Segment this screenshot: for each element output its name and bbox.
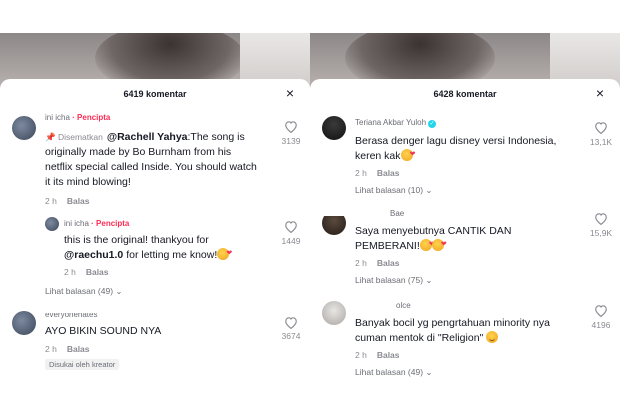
comment-meta: 2 h Balas — [355, 258, 400, 268]
like-count: 15,9K — [589, 228, 613, 238]
comment-username[interactable]: Bae — [390, 209, 404, 218]
view-replies-link[interactable]: Lihat balasan (10) ⌄ — [355, 185, 433, 196]
avatar[interactable] — [45, 217, 59, 231]
like-count: 1449 — [281, 236, 301, 246]
comment-text: AYO BIKIN SOUND NYA — [45, 325, 162, 337]
comment-username[interactable]: ini icha · Pencipta — [64, 219, 129, 228]
chevron-down-icon: ⌄ — [425, 185, 433, 195]
avatar[interactable] — [322, 301, 346, 325]
chevron-down-icon: ⌄ — [115, 286, 123, 296]
comment-meta: 2 h Balas — [45, 344, 90, 354]
reply-button[interactable]: Balas — [67, 196, 90, 206]
heart-outline-icon[interactable] — [592, 212, 610, 225]
comment-text: this is the original! thankyou for @raec… — [64, 233, 264, 263]
mention-link[interactable]: @Rachell Yahya — [107, 131, 188, 143]
redaction-mark — [40, 297, 120, 313]
comment-username[interactable]: olce — [396, 301, 411, 310]
comment-username[interactable]: Teriana Akbar Yuloh ✓ — [355, 118, 437, 128]
reply-button[interactable]: Balas — [86, 267, 109, 277]
view-replies-link[interactable]: Lihat balasan (75) ⌄ — [355, 275, 433, 286]
like-count: 3674 — [281, 331, 301, 341]
reply-button[interactable]: Balas — [377, 350, 400, 360]
chevron-down-icon: ⌄ — [425, 367, 433, 377]
liked-by-creator-badge: Disukai oleh kreator — [45, 359, 120, 370]
creator-tag: · Pencipta — [72, 113, 111, 122]
comment-username[interactable]: ini icha · Pencipta — [45, 113, 110, 122]
like-count: 13,1K — [589, 137, 613, 147]
redaction-mark — [312, 198, 382, 216]
avatar[interactable] — [12, 311, 36, 335]
comment-meta: 2 h Balas — [45, 196, 90, 206]
grinning-face-icon — [486, 331, 499, 343]
close-icon[interactable]: × — [592, 85, 608, 101]
reply-button[interactable]: Balas — [377, 258, 400, 268]
comment-sheet-header: 6419 komentar × — [0, 79, 310, 109]
comment-count-title: 6419 komentar — [123, 89, 187, 99]
smiling-face-with-hearts-icon — [419, 237, 435, 252]
reply-button[interactable]: Balas — [67, 344, 90, 354]
like-count: 3139 — [281, 136, 301, 146]
comment-text: Banyak bocil yg pengrtahuan minority nya… — [355, 317, 550, 344]
comment-count-title: 6428 komentar — [433, 89, 497, 99]
verified-badge-icon: ✓ — [428, 120, 437, 128]
comment-meta: 2 h Balas — [355, 168, 400, 178]
creator-tag: · Pencipta — [91, 219, 130, 228]
comment-text: Berasa denger lagu disney versi Indonesi… — [355, 134, 565, 164]
comment-text: Saya menyebutnya CANTIK DAN PEMBERANI! — [355, 224, 565, 254]
heart-outline-icon[interactable] — [282, 220, 300, 233]
mention-link[interactable]: @raechu1.0 — [64, 249, 123, 261]
heart-outline-icon[interactable] — [592, 304, 610, 317]
right-screenshot: 6428 komentar × Teriana Akbar Yuloh ✓ Ber… — [310, 33, 620, 381]
comment-text: 📌 Disematkan @Rachell Yahya:The song is o… — [45, 131, 257, 188]
comment-meta: 2 h Balas — [355, 350, 400, 360]
left-screenshot: 6419 komentar × ini icha · Pencipta 📌 Di… — [0, 33, 310, 381]
comment-sheet: 6428 komentar × Teriana Akbar Yuloh ✓ Ber… — [310, 79, 620, 381]
chevron-down-icon: ⌄ — [425, 275, 433, 285]
avatar[interactable] — [12, 116, 36, 140]
reply-button[interactable]: Balas — [377, 168, 400, 178]
comment-sheet-header: 6428 komentar × — [310, 79, 620, 109]
smiling-face-with-hearts-icon — [431, 237, 447, 252]
like-count: 4196 — [591, 320, 611, 330]
view-replies-link[interactable]: Lihat balasan (49) ⌄ — [355, 367, 433, 378]
heart-outline-icon[interactable] — [282, 316, 300, 329]
pin-icon: 📌 Disematkan — [45, 132, 103, 142]
close-icon[interactable]: × — [282, 85, 298, 101]
comment-sheet: 6419 komentar × ini icha · Pencipta 📌 Di… — [0, 79, 310, 381]
heart-outline-icon[interactable] — [592, 121, 610, 134]
view-replies-link[interactable]: Lihat balasan (49) ⌄ — [45, 286, 123, 297]
comment-meta: 2 h Balas — [64, 267, 109, 277]
avatar[interactable] — [322, 116, 346, 140]
smiling-face-with-hearts-icon — [217, 246, 232, 261]
heart-outline-icon[interactable] — [282, 120, 300, 133]
smiling-face-with-hearts-icon — [400, 147, 416, 162]
